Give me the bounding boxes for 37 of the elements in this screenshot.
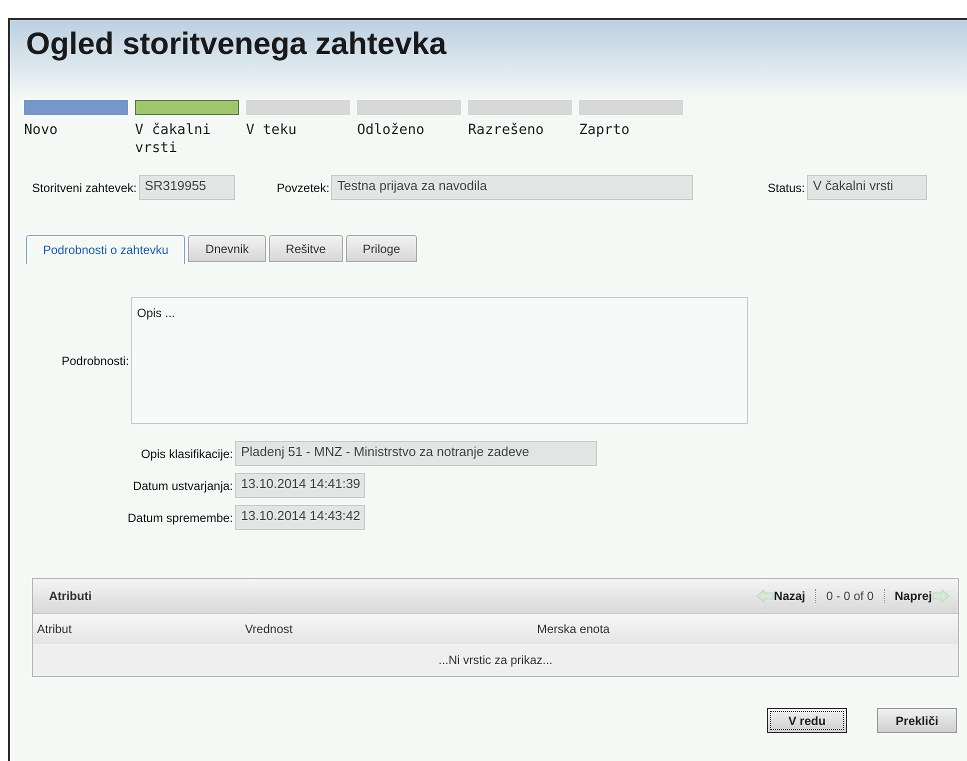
column-header: Atribut: [36, 622, 73, 636]
progress-step-label: Zaprto: [579, 121, 631, 139]
tab[interactable]: Podrobnosti o zahtevku: [26, 235, 186, 264]
column-header: Merska enota: [536, 622, 611, 636]
readonly-field: Pladenj 51 - MNZ - Ministrstvo za notranje zadeve: [235, 441, 597, 466]
dialog-button[interactable]: V redu: [767, 708, 847, 733]
previous-link[interactable]: Nazaj: [774, 589, 806, 603]
progress-step-label: Razrešeno: [468, 121, 545, 139]
progress-step-label: V teku: [246, 121, 298, 139]
field-label: Podrobnosti:: [62, 354, 129, 368]
field-label: Datum ustvarjanja:: [132, 478, 233, 492]
readonly-field: V čakalni vrsti: [807, 175, 927, 200]
column-header: Vrednost: [244, 622, 294, 636]
field-label: Status:: [768, 180, 805, 194]
page-range: 0 - 0 of 0: [815, 589, 885, 603]
progress-step-label: Odloženo: [357, 121, 426, 139]
dialog-button[interactable]: Prekliči: [877, 708, 957, 733]
field-label: Datum spremembe:: [128, 510, 233, 524]
field-label: Opis klasifikacije:: [140, 446, 233, 460]
tab[interactable]: Rešitve: [268, 235, 343, 262]
empty-message: ...Ni vrstic za prikaz...: [437, 652, 554, 669]
field-label: Povzetek:: [276, 180, 330, 194]
readonly-field: Testna prijava za navodila: [331, 175, 694, 200]
readonly-field: SR319955: [138, 175, 235, 200]
progress-step-label: V čakalni vrsti: [135, 121, 212, 157]
readonly-field: 13.10.2014 14:43:42: [235, 505, 365, 530]
details-textarea[interactable]: Opis ...: [131, 297, 748, 424]
left-arrow-icon: [756, 589, 774, 603]
page-title: Ogled storitvenega zahtevka: [26, 26, 446, 62]
next-link[interactable]: Naprej: [894, 589, 932, 603]
progress-step-label: Novo: [24, 121, 59, 139]
readonly-field: 13.10.2014 14:41:39: [235, 473, 365, 498]
tab[interactable]: Dnevnik: [188, 235, 266, 262]
tab[interactable]: Priloge: [346, 235, 418, 262]
panel-title: Atributi: [49, 589, 93, 603]
right-arrow-icon: [932, 589, 950, 603]
field-label: Storitveni zahtevek:: [32, 180, 137, 194]
